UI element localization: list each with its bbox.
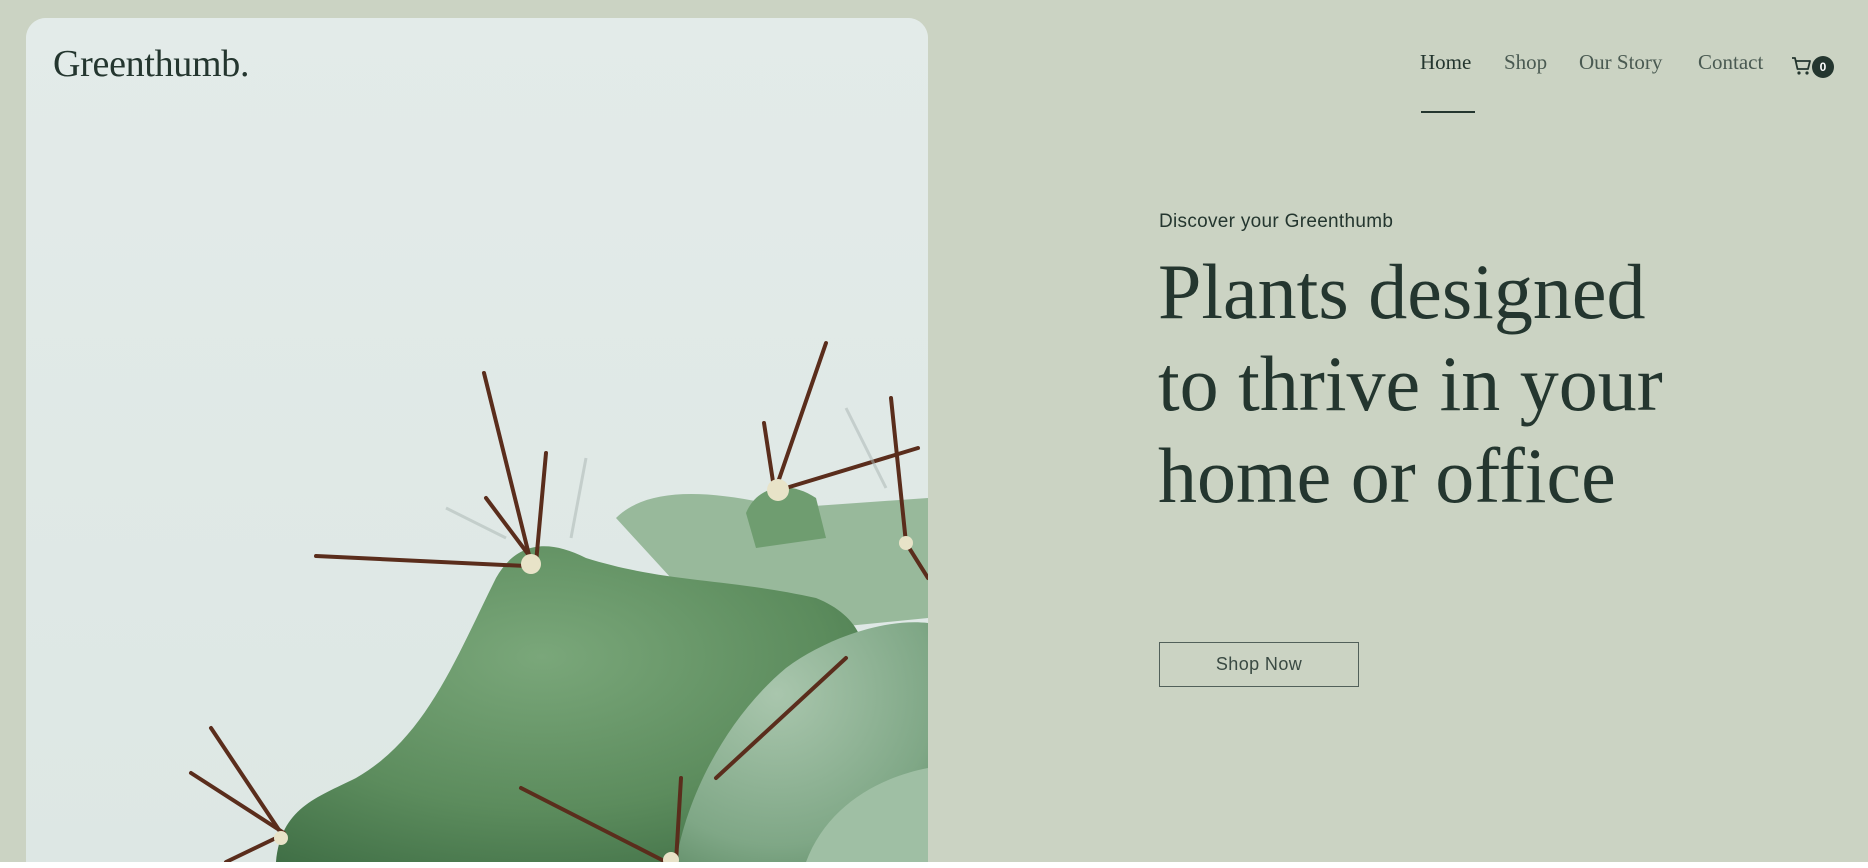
page: Greenthumb. Home Shop Our Story Contact … [0, 0, 1868, 862]
nav-item-home[interactable]: Home [1420, 50, 1471, 75]
nav-item-shop[interactable]: Shop [1504, 50, 1547, 75]
cart-count-badge: 0 [1812, 56, 1834, 78]
hero-eyebrow: Discover your Greenthumb [1159, 211, 1394, 232]
hero-cactus-image [26, 18, 928, 862]
cart-icon [1792, 57, 1811, 75]
nav-item-contact[interactable]: Contact [1698, 50, 1763, 75]
shop-now-button[interactable]: Shop Now [1159, 642, 1359, 687]
cart-button[interactable]: 0 [1791, 55, 1836, 79]
hero-headline: Plants designed to thrive in your home o… [1158, 248, 1663, 519]
brand-logo[interactable]: Greenthumb. [53, 42, 249, 86]
nav-item-our-story[interactable]: Our Story [1579, 50, 1662, 75]
nav-active-indicator [1421, 111, 1475, 113]
